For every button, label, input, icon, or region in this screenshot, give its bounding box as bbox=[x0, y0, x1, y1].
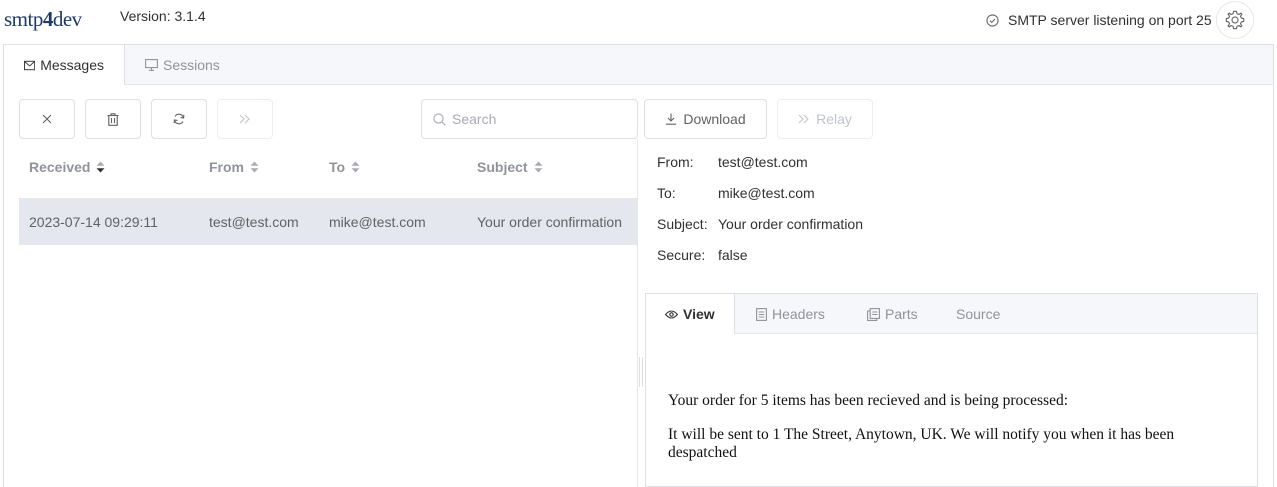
search-box[interactable] bbox=[421, 99, 638, 139]
relay-selected-button[interactable] bbox=[217, 99, 273, 139]
server-status-text: SMTP server listening on port 25 bbox=[1008, 12, 1212, 28]
cell-received: 2023-07-14 09:29:11 bbox=[29, 213, 158, 230]
search-icon bbox=[433, 112, 446, 126]
sort-icon bbox=[351, 161, 360, 173]
sort-desc-icon bbox=[96, 161, 105, 173]
tab-source[interactable]: Source bbox=[956, 294, 1000, 334]
tab-parts-label: Parts bbox=[885, 306, 918, 322]
pane-resize-handle[interactable] bbox=[639, 357, 643, 387]
pane-divider bbox=[637, 139, 638, 487]
from-label: From: bbox=[657, 154, 694, 170]
relay-label: Relay bbox=[816, 111, 852, 127]
column-to[interactable]: To bbox=[329, 147, 360, 187]
double-chevron-right-icon bbox=[798, 114, 809, 124]
tab-headers-label: Headers bbox=[772, 306, 825, 322]
cell-from: test@test.com bbox=[209, 213, 299, 230]
close-icon bbox=[42, 114, 52, 124]
subject-label: Subject: bbox=[657, 216, 708, 232]
refresh-icon bbox=[173, 113, 185, 125]
column-received-label: Received bbox=[29, 159, 91, 175]
message-body-line: It will be sent to 1 The Street, Anytown… bbox=[668, 426, 1175, 443]
message-body-line: despatched bbox=[668, 444, 737, 461]
trash-icon bbox=[107, 112, 119, 126]
download-label: Download bbox=[683, 111, 746, 127]
tab-sessions-label: Sessions bbox=[163, 57, 220, 73]
delete-button[interactable] bbox=[85, 99, 141, 139]
messages-table-header: Received From To Subject bbox=[19, 147, 637, 187]
settings-button[interactable] bbox=[1216, 1, 1254, 39]
download-button[interactable]: Download bbox=[644, 99, 767, 139]
to-label: To: bbox=[657, 185, 676, 201]
tab-source-label: Source bbox=[956, 306, 1001, 322]
cell-subject: Your order confirmation bbox=[477, 213, 623, 230]
detail-tab-bar: View Headers Parts Source bbox=[646, 294, 1257, 334]
envelope-icon bbox=[24, 60, 36, 70]
from-value: test@test.com bbox=[718, 154, 808, 170]
document-icon bbox=[756, 307, 767, 321]
app-header: smtp4dev Version: 3.1.4 SMTP server list… bbox=[0, 0, 1277, 44]
refresh-button[interactable] bbox=[151, 99, 207, 139]
tab-headers[interactable]: Headers bbox=[756, 294, 825, 334]
secure-label: Secure: bbox=[657, 247, 706, 263]
monitor-icon bbox=[145, 59, 158, 71]
column-subject-label: Subject bbox=[477, 159, 528, 175]
logo-text-dev: dev bbox=[52, 7, 82, 31]
double-chevron-right-icon bbox=[239, 114, 250, 124]
version-label: Version: 3.1.4 bbox=[120, 8, 206, 24]
sort-icon bbox=[250, 161, 259, 173]
tab-parts[interactable]: Parts bbox=[867, 294, 918, 334]
tab-messages-label: Messages bbox=[40, 57, 104, 73]
logo-text-smtp: smtp bbox=[4, 7, 43, 31]
sort-icon bbox=[534, 161, 543, 173]
secure-value: false bbox=[718, 247, 748, 263]
to-value: mike@test.com bbox=[718, 185, 815, 201]
eye-icon bbox=[665, 309, 678, 319]
tab-view-label: View bbox=[683, 306, 715, 322]
server-status: SMTP server listening on port 25 bbox=[986, 12, 1212, 28]
tab-view[interactable]: View bbox=[646, 294, 735, 334]
relay-button[interactable]: Relay bbox=[777, 99, 873, 139]
message-body-line: Your order for 5 items has been recieved… bbox=[668, 392, 1069, 409]
subject-value: Your order confirmation bbox=[718, 216, 864, 232]
tab-sessions[interactable]: Sessions bbox=[125, 45, 240, 85]
column-to-label: To bbox=[329, 159, 346, 175]
gear-icon bbox=[1225, 10, 1245, 30]
column-subject[interactable]: Subject bbox=[477, 147, 543, 187]
search-input[interactable] bbox=[452, 111, 622, 127]
check-circle-icon bbox=[986, 13, 999, 27]
tab-messages[interactable]: Messages bbox=[4, 45, 125, 85]
app-logo[interactable]: smtp4dev bbox=[4, 2, 82, 36]
column-from-label: From bbox=[209, 159, 244, 175]
download-icon bbox=[666, 113, 677, 125]
logo-text-4: 4 bbox=[42, 7, 54, 31]
clear-selection-button[interactable] bbox=[19, 99, 75, 139]
column-received[interactable]: Received bbox=[29, 147, 105, 187]
copy-document-icon bbox=[867, 307, 880, 321]
column-from[interactable]: From bbox=[209, 147, 259, 187]
main-tab-bar: Messages Sessions bbox=[4, 45, 1273, 85]
cell-to: mike@test.com bbox=[329, 213, 426, 230]
table-row[interactable]: 2023-07-14 09:29:11 test@test.com mike@t… bbox=[19, 198, 637, 245]
